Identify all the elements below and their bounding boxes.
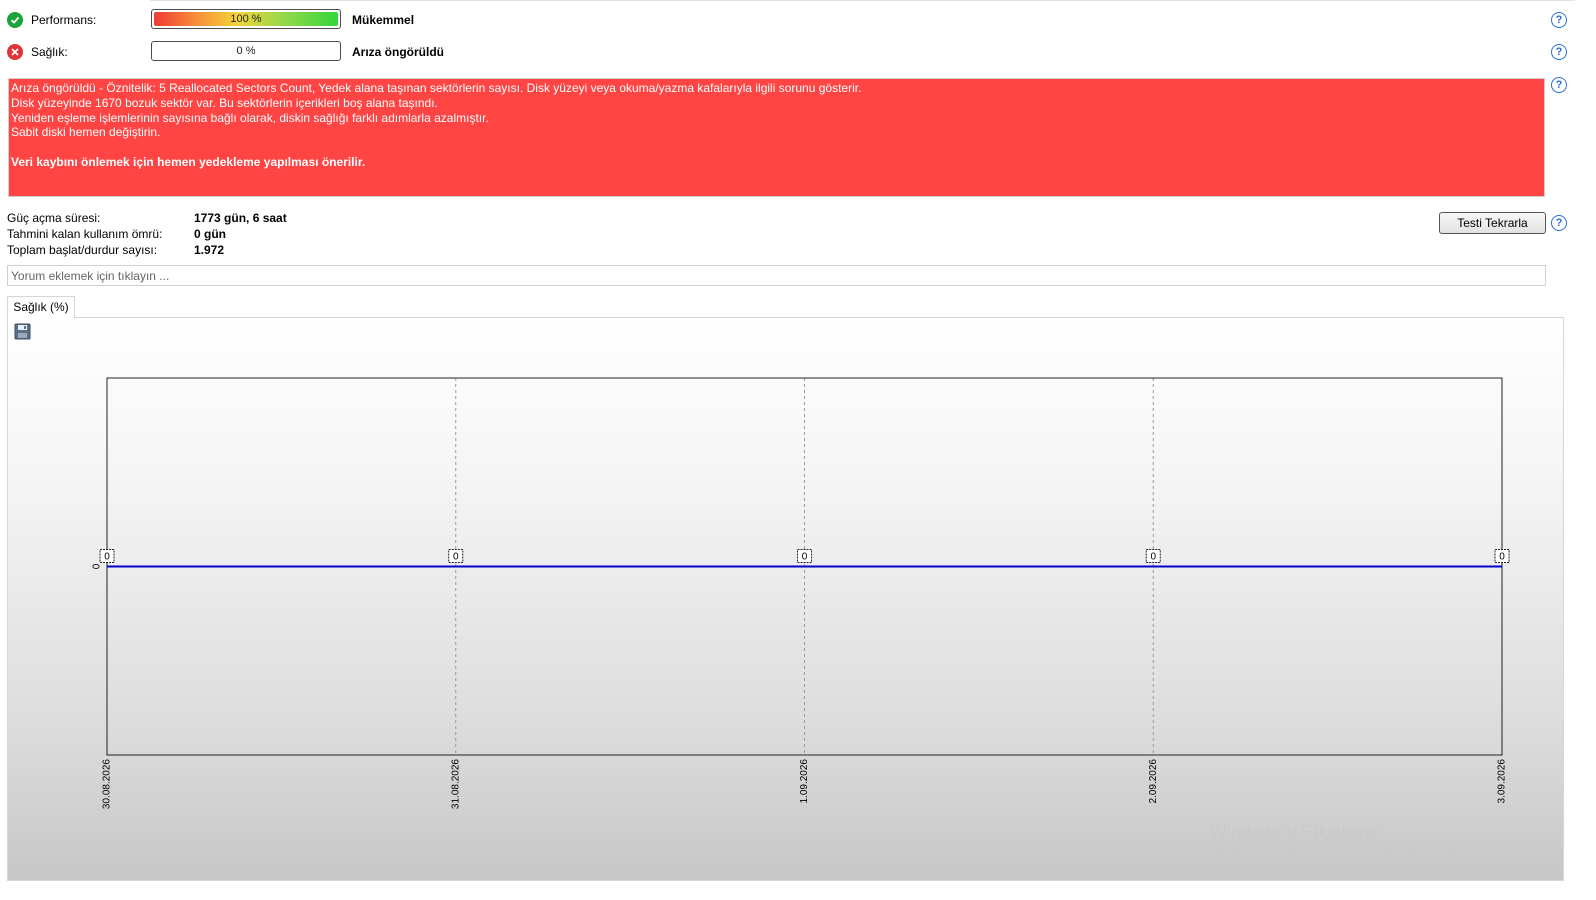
start-stop-value: 1.972	[194, 243, 225, 257]
x-tick-label: 30.08.2026	[102, 759, 113, 809]
performance-row: Performans: 100 % Mükemmel ?	[7, 9, 1596, 31]
data-label: 0	[1499, 552, 1505, 563]
alert-box: Arıza öngörüldü - Öznitelik: 5 Reallocat…	[8, 78, 1545, 197]
help-icon[interactable]: ?	[1551, 77, 1567, 93]
power-on-label: Güç açma süresi:	[7, 211, 101, 225]
data-label: 0	[453, 552, 459, 563]
health-chart: 0030.08.2026031.08.202601.09.202602.09.2…	[92, 377, 1510, 809]
power-on-value: 1773 gün, 6 saat	[194, 211, 287, 225]
retest-button[interactable]: Testi Tekrarla	[1439, 212, 1546, 234]
help-icon[interactable]: ?	[1551, 12, 1567, 28]
health-meter-text: 0 %	[236, 45, 256, 57]
alert-line: Sabit diski hemen değiştirin.	[11, 125, 161, 140]
alert-line: Yeniden eşleme işlemlerinin sayısına bağ…	[11, 110, 489, 125]
start-stop-label: Toplam başlat/durdur sayısı:	[7, 243, 158, 257]
data-label: 0	[802, 552, 808, 563]
performance-label: Performans:	[31, 13, 97, 27]
activation-watermark-title: Windows'u Etkinleştir	[1210, 822, 1380, 842]
data-label: 0	[104, 552, 110, 563]
health-row: Sağlık: 0 % Arıza öngörüldü ?	[7, 41, 1596, 63]
help-icon[interactable]: ?	[1551, 215, 1567, 231]
error-icon	[7, 44, 23, 60]
activation-watermark-subtitle: Windows'u etkinleştirmek için Ayarlar'a …	[1210, 847, 1467, 862]
health-meter: 0 %	[151, 41, 341, 61]
tab-health-percent[interactable]: Sağlık (%)	[7, 296, 75, 318]
performance-meter-text: 100 %	[230, 13, 262, 25]
remaining-life-value: 0 gün	[194, 227, 226, 241]
comment-input[interactable]	[7, 265, 1546, 286]
data-label: 0	[1150, 552, 1156, 563]
performance-meter: 100 %	[151, 9, 341, 29]
health-label: Sağlık:	[31, 45, 68, 59]
health-verdict: Arıza öngörüldü	[352, 45, 444, 59]
top-divider	[150, 0, 1575, 3]
x-tick-label: 2.09.2026	[1148, 759, 1159, 804]
help-icon[interactable]: ?	[1551, 44, 1567, 60]
alert-recommendation: Veri kaybını önlemek için hemen yedeklem…	[11, 154, 366, 169]
check-icon	[7, 12, 23, 28]
alert-line: Disk yüzeyinde 1670 bozuk sektör var. Bu…	[11, 95, 438, 110]
x-tick-label: 1.09.2026	[799, 759, 810, 804]
remaining-life-label: Tahmini kalan kullanım ömrü:	[7, 227, 163, 241]
alert-line: Arıza öngörüldü - Öznitelik: 5 Reallocat…	[11, 81, 862, 95]
performance-verdict: Mükemmel	[352, 13, 415, 27]
chart-panel: 0 0 30.08.2026 0 31.08.2026 0 1.09.2026 0 2.09.2…	[7, 317, 1564, 881]
x-tick-label: 3.09.2026	[1497, 759, 1508, 804]
y-tick-label: 0	[92, 563, 103, 569]
x-tick-label: 31.08.2026	[450, 759, 461, 809]
